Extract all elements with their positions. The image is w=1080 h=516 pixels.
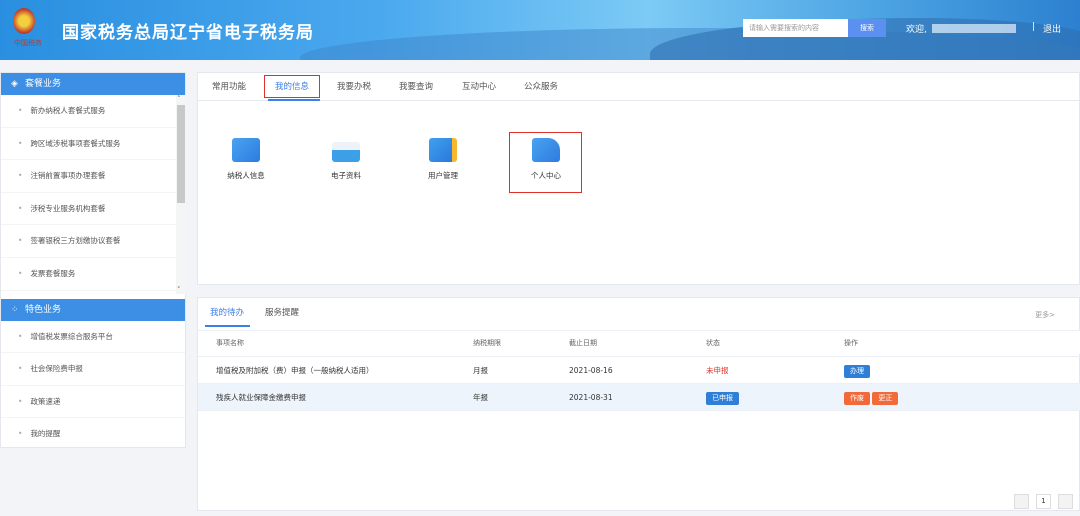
sidebar-scrollbar[interactable]: ˄ ˅ [176,95,186,294]
tab-service-reminder[interactable]: 服务提醒 [265,306,299,318]
scroll-up-icon[interactable]: ˄ [177,95,181,103]
user-management-icon [429,138,457,162]
column-header: 截止日期 [569,339,597,347]
scroll-down-icon[interactable]: ˅ [177,286,181,294]
sidebar-section-featured[interactable]: ⁘ 特色业务 [1,298,185,321]
correct-button[interactable]: 更正 [872,392,899,405]
sidebar-item[interactable]: 签署银税三方划缴协议套餐 [1,225,185,258]
tab-public-service[interactable]: 公众服务 [524,73,558,101]
electronic-docs-button[interactable]: 电子资料 [310,138,382,181]
taxpayer-info-icon [232,138,260,162]
more-link[interactable]: 更多> [1035,310,1055,320]
sidebar-section-package[interactable]: ◈ 套餐业务 [1,73,185,95]
tab-interaction[interactable]: 互动中心 [462,73,496,101]
sidebar-item[interactable]: 新办纳税人套餐式服务 [1,95,185,128]
tab-tax-handling[interactable]: 我要办税 [337,73,371,101]
sidebar-item[interactable]: 发票套餐服务 [1,258,185,291]
main-panel: 常用功能 我的信息 我要办税 我要查询 互动中心 公众服务 纳税人信息 电子资料… [197,72,1080,285]
search-input[interactable]: 请输入需要搜索的内容 [743,19,848,37]
table-header: 事项名称 纳税期限 截止日期 状态 操作 [198,330,1080,354]
tab-common[interactable]: 常用功能 [212,73,246,101]
sidebar: ◈ 套餐业务 新办纳税人套餐式服务 跨区域涉税事项套餐式服务 注销前置事项办理套餐… [0,72,186,451]
icon-label: 纳税人信息 [227,171,265,180]
sidebar-item[interactable]: 我的提醒 [1,418,185,451]
todo-panel: 我的待办 服务提醒 更多> 事项名称 纳税期限 截止日期 状态 操作 增值税及附… [197,297,1080,511]
status-text: 未申报 [706,366,729,375]
icon-label: 电子资料 [331,171,361,180]
sidebar-item[interactable]: 政策速递 [1,386,185,419]
sidebar-item[interactable]: 涉税专业服务机构套餐 [1,193,185,226]
page-number[interactable]: 1 [1036,494,1051,509]
logout-link[interactable]: 退出 [1043,22,1061,35]
column-header: 事项名称 [216,339,244,347]
sidebar-item[interactable]: 跨区域涉税事项套餐式服务 [1,128,185,161]
grid-icon: ⁘ [11,304,19,315]
prev-page-button[interactable] [1014,494,1029,509]
highlight-box [264,75,320,98]
next-page-button[interactable] [1058,494,1073,509]
seal-signature: 中国税务 [14,39,42,47]
tax-period: 年报 [473,393,488,402]
table-row: 增值税及附加税（费）申报（一般纳税人适用） 月报 2021-08-16 未申报 … [198,356,1080,383]
electronic-docs-icon [332,142,360,162]
sidebar-item[interactable]: 注销前置事项办理套餐 [1,160,185,193]
column-header: 纳税期限 [473,339,501,347]
status-badge: 已申报 [706,392,739,405]
item-name: 残疾人就业保障金缴费申报 [216,393,306,402]
username-blurred [932,24,1016,33]
void-button[interactable]: 作废 [844,392,870,405]
tax-emblem-icon [13,8,35,34]
welcome-text: 欢迎, [906,25,927,35]
user-management-button[interactable]: 用户管理 [407,138,479,181]
layers-icon: ◈ [11,79,18,89]
highlight-box [509,132,582,193]
search-button[interactable]: 搜索 [848,19,886,37]
row-divider [198,410,1080,411]
deadline: 2021-08-31 [569,393,613,402]
icon-label: 用户管理 [428,171,458,180]
main-tabs: 常用功能 我的信息 我要办税 我要查询 互动中心 公众服务 [198,73,1079,101]
section-title: 特色业务 [25,304,62,315]
separator: | [1032,22,1036,32]
tax-period: 月报 [473,366,488,375]
scrollbar-thumb[interactable] [177,105,185,203]
deadline: 2021-08-16 [569,366,613,375]
active-tab-underline [268,99,320,101]
handle-button[interactable]: 办理 [844,365,870,378]
taxpayer-info-button[interactable]: 纳税人信息 [210,138,282,181]
column-header: 状态 [706,339,720,347]
sidebar-item[interactable]: 增值税发票综合服务平台 [1,321,185,354]
table-row: 残疾人就业保障金缴费申报 年报 2021-08-31 已申报 作废 更正 [198,383,1080,410]
site-title: 国家税务总局辽宁省电子税务局 [62,23,314,43]
tab-query[interactable]: 我要查询 [399,73,433,101]
header-banner: 中国税务 国家税务总局辽宁省电子税务局 请输入需要搜索的内容 搜索 欢迎, | … [0,0,1080,60]
item-name: 增值税及附加税（费）申报（一般纳税人适用） [216,366,374,375]
sidebar-item[interactable]: 社会保险费申报 [1,353,185,386]
column-header: 操作 [844,339,858,347]
tab-my-todo[interactable]: 我的待办 [210,306,244,318]
active-tab-underline [205,325,250,327]
section-title: 套餐业务 [25,79,62,89]
